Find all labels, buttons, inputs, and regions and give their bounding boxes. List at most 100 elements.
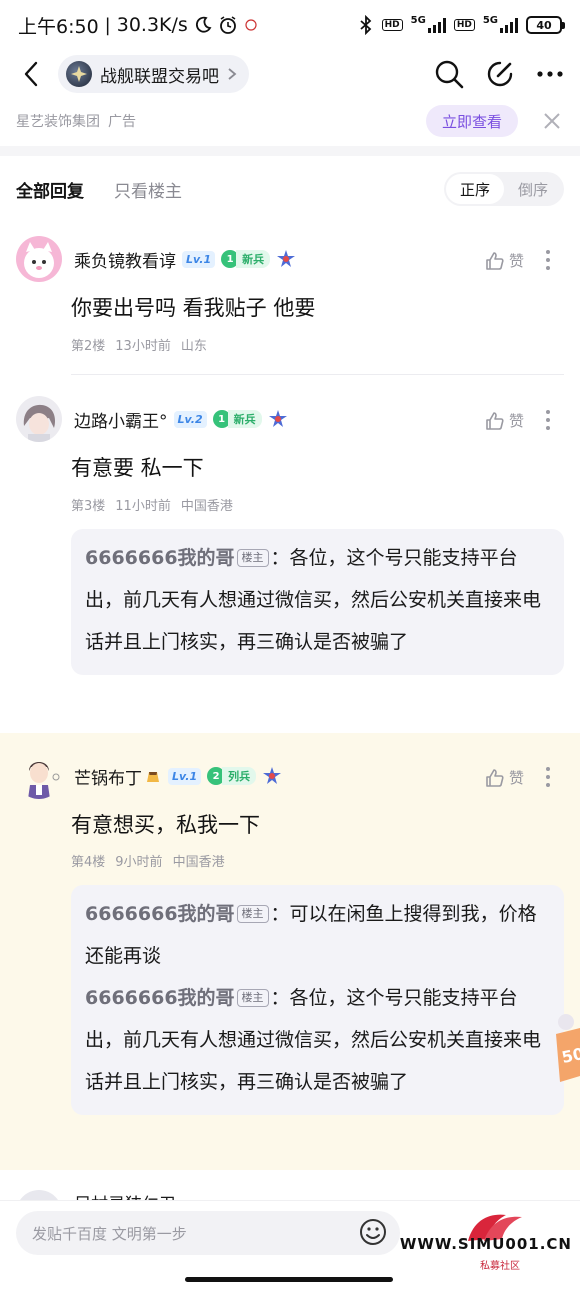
anime-boy-avatar-icon: [16, 396, 62, 442]
reply-meta: 第4楼 9小时前 中国香港: [71, 851, 225, 870]
avatar[interactable]: [16, 396, 62, 442]
reply-location: 中国香港: [180, 499, 233, 514]
rank-badge: 1 新兵: [212, 410, 262, 428]
more-icon[interactable]: [536, 70, 564, 78]
sort-asc-button[interactable]: 正序: [445, 174, 504, 204]
network-type-2: 5G: [482, 14, 498, 26]
forum-pill[interactable]: 战舰联盟交易吧: [58, 55, 249, 93]
back-button[interactable]: [16, 59, 46, 89]
sub-reply-text: ：可以在闲鱼上搜得到: [270, 903, 461, 925]
reply-input[interactable]: 发贴千百度 文明第一步: [16, 1211, 400, 1255]
floor-number: 第2楼: [71, 339, 106, 354]
ad-tag: 广告: [108, 114, 136, 130]
op-tag: 楼主: [236, 989, 269, 1007]
military-rank-icon: [277, 250, 296, 267]
forum-avatar: [66, 61, 92, 87]
like-button[interactable]: 赞: [485, 410, 524, 431]
more-options-icon[interactable]: [538, 248, 558, 272]
sub-reply-box[interactable]: 6666666我的哥 楼主 ：可以在闲鱼上搜得到我，价格还能再谈 6666666我的…: [71, 885, 564, 1115]
chevron-right-icon: [228, 68, 237, 80]
like-label: 赞: [508, 412, 524, 430]
red-envelope-float-icon[interactable]: 50: [546, 1012, 580, 1084]
reply-time: 13小时前: [115, 339, 171, 354]
battery-icon: 40: [526, 16, 565, 34]
military-rank-icon: [268, 410, 287, 427]
username[interactable]: 边路小霸王°: [74, 407, 168, 432]
level-badge: Lv.1: [168, 767, 202, 785]
ad-strip: 星艺装饰集团 广告 立即查看: [0, 98, 580, 144]
reply-item-partial: 足村灵狭仁卫: [0, 1172, 580, 1200]
hd-badge-2: HD: [453, 19, 475, 31]
emoji-icon[interactable]: [358, 1217, 388, 1247]
thumbs-up-icon: [486, 411, 504, 430]
avatar[interactable]: [16, 753, 62, 799]
like-button[interactable]: 赞: [485, 250, 524, 271]
sub-reply-text: ：各位，这个号只能支持: [270, 987, 480, 1009]
pink-cat-avatar-icon: [16, 236, 62, 282]
warship-logo-icon: [71, 66, 87, 82]
username[interactable]: 乘负镜教看谆: [74, 247, 176, 272]
pudding-icon: [147, 772, 159, 782]
forum-name: 战舰联盟交易吧: [100, 66, 219, 87]
reply-meta: 第2楼 13小时前 山东: [71, 335, 207, 354]
reply-item: 边路小霸王° Lv.2 1 新兵 赞 有意要 私一下 第3楼 11小时前 中国香…: [0, 396, 580, 732]
sub-reply-user[interactable]: 6666666我的哥: [85, 987, 235, 1009]
network-speed: 30.3K/s: [116, 14, 188, 36]
sort-desc-button[interactable]: 倒序: [504, 174, 562, 204]
network-type-1: 5G: [410, 14, 426, 26]
floor-number: 第4楼: [71, 855, 106, 870]
sub-reply-user[interactable]: 6666666我的哥: [85, 547, 235, 569]
sub-reply-box[interactable]: 6666666我的哥 楼主 ：各位，这个号只能支持平台出，前几天有人想通过微信买，然…: [71, 529, 564, 675]
rank-badge: 1 新兵: [221, 250, 271, 268]
reply-item-highlighted: 芒锅布丁 Lv.1 2 列兵 赞 有意想买，私我一下 第4楼 9小时前 中国香港…: [0, 733, 580, 1170]
chevron-left-icon: [24, 61, 38, 87]
tab-op-only[interactable]: 只看楼主: [114, 177, 182, 202]
status-separator: |: [104, 14, 111, 36]
search-icon[interactable]: [434, 59, 464, 89]
signal-icon-1: [427, 17, 446, 33]
tab-all-replies[interactable]: 全部回复: [16, 177, 84, 202]
thumbs-up-icon: [486, 251, 504, 270]
level-badge: Lv.1: [182, 250, 216, 268]
avatar[interactable]: [16, 236, 62, 282]
bottom-bar: 发贴千百度 文明第一步 WWW.SIMU001.CN 私募社区: [0, 1200, 580, 1289]
edit-icon[interactable]: [486, 60, 514, 88]
home-indicator[interactable]: [185, 1277, 393, 1282]
floor-number: 第3楼: [71, 499, 106, 514]
sub-reply-text: ：各位，这个号只能支持: [270, 547, 480, 569]
more-options-icon[interactable]: [538, 408, 558, 432]
sub-reply: 6666666我的哥 楼主 ：各位，这个号只能支持平台出，前几天有人想通过微信买，然…: [85, 977, 550, 1103]
rank-label: 列兵: [222, 767, 257, 785]
signal-icon-2: [500, 17, 518, 33]
op-tag: 楼主: [236, 549, 269, 567]
cartoon-student-avatar-icon: [16, 753, 62, 799]
more-options-icon[interactable]: [538, 765, 558, 789]
status-bar: 上午6:50 | 30.3K/s HD 5G HD 5G 40: [0, 0, 580, 50]
moon-icon: [195, 16, 212, 33]
divider: [71, 374, 564, 375]
thumbs-up-icon: [486, 768, 504, 787]
nav-bar: 战舰联盟交易吧: [0, 50, 580, 98]
float-badge-text: 50: [560, 1044, 580, 1067]
rank-badge: 2 列兵: [207, 767, 257, 785]
username[interactable]: 足村灵狭仁卫: [74, 1190, 176, 1200]
ad-close-button[interactable]: [540, 109, 564, 133]
ad-view-button[interactable]: 立即查看: [425, 105, 518, 137]
reply-content: 有意要 私一下: [71, 456, 204, 480]
sub-reply: 6666666我的哥 楼主 ：可以在闲鱼上搜得到我，价格还能再谈: [85, 893, 550, 977]
rank-label: 新兵: [236, 250, 271, 268]
sort-toggle: 正序 倒序: [443, 172, 564, 206]
sub-reply-user[interactable]: 6666666我的哥: [85, 903, 235, 925]
reply-content: 有意想买，私我一下: [71, 813, 260, 837]
like-label: 赞: [508, 769, 524, 787]
reply-content: 你要出号吗 看我贴子 他要: [71, 296, 316, 320]
reply-time: 11小时前: [115, 499, 171, 514]
username[interactable]: 芒锅布丁: [74, 764, 142, 789]
hd-badge-1: HD: [381, 19, 403, 31]
rank-label: 新兵: [227, 410, 262, 428]
avatar[interactable]: [16, 1190, 62, 1200]
reply-filter-bar: 全部回复 只看楼主 正序 倒序: [0, 166, 580, 212]
like-label: 赞: [508, 252, 524, 270]
like-button[interactable]: 赞: [485, 767, 524, 788]
bluetooth-icon: [360, 15, 371, 35]
